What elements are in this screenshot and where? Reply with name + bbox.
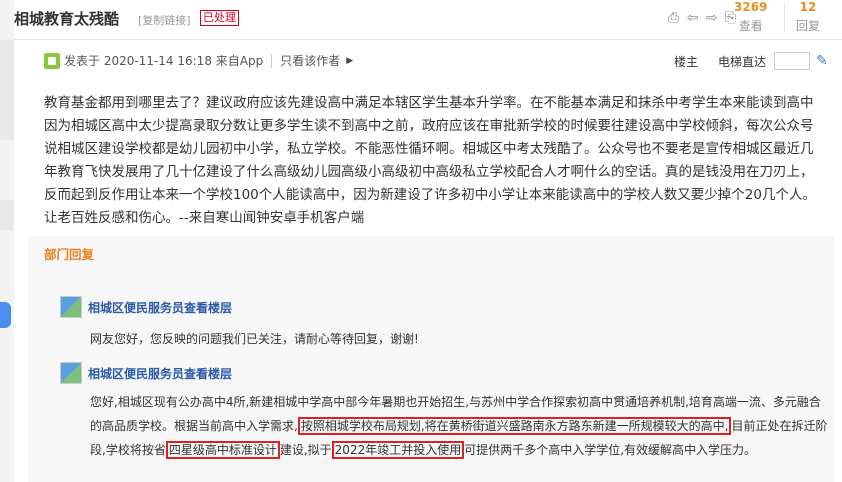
views-label: 查看 <box>738 19 763 33</box>
floor-jump-input[interactable] <box>774 52 811 70</box>
side-block <box>0 40 14 140</box>
replies-label: 回复 <box>796 19 821 33</box>
status-badge: 已处理 <box>200 10 239 26</box>
floor-controls: 楼主 电梯直达 ✎ <box>674 52 828 70</box>
pen-icon[interactable]: ✎ <box>816 53 828 69</box>
highlighted-text: 按照相城学校布局规划,将在黄桥街道兴盛路南永方路东新建一所规模较大的高中, <box>297 417 732 435</box>
views-stat: 3269 查看 <box>734 0 767 34</box>
next-icon[interactable]: ⇨ <box>706 10 718 26</box>
copy-link[interactable]: [复制链接] <box>138 12 191 28</box>
prev-icon[interactable]: ⇦ <box>687 10 699 26</box>
post-date: 发表于 2020-11-14 16:18 来自App <box>64 54 264 68</box>
side-block <box>0 200 14 230</box>
reply-text: 网友您好，您反映的问题我们已关注，请耐心等待回复，谢谢! <box>90 332 419 346</box>
thread-header: 相城教育太残酷 [复制链接] 已处理 ⎙ ⇦ ⇨ ⎘ 3269 查看 12 回复 <box>14 0 842 40</box>
header-icon-group: ⎙ ⇦ ⇨ ⎘ <box>668 10 739 26</box>
views-count: 3269 <box>734 0 768 14</box>
triangle-right-icon: ▶ <box>346 55 354 66</box>
department-reply-section: 部门回复 相城区便民服务员查看楼层 网友您好，您反映的问题我们已关注，请耐心等待… <box>28 236 834 482</box>
avatar <box>60 296 82 318</box>
app-icon <box>44 52 60 69</box>
highlighted-text: 2022年竣工并投入使用 <box>331 441 465 459</box>
post-meta: 发表于 2020-11-14 16:18 来自App 只看该作者 ▶ <box>44 52 353 69</box>
replies-count: 12 <box>799 0 817 14</box>
highlighted-text: 四星级高中标准设计 <box>165 441 280 459</box>
floor-label: 楼主 <box>674 54 699 69</box>
only-author-link[interactable]: 只看该作者 <box>280 52 340 69</box>
reply-header: 相城区便民服务员查看楼层 <box>60 296 232 318</box>
side-float-button[interactable] <box>0 302 11 328</box>
thread-main: 相城教育太残酷 [复制链接] 已处理 ⎙ ⇦ ⇨ ⎘ 3269 查看 12 回复… <box>14 0 842 482</box>
reply-text-part: 建设,拟于 <box>279 443 332 457</box>
replies-stat: 12 回复 <box>796 0 820 34</box>
left-edge-panel <box>0 0 14 482</box>
print-icon[interactable]: ⎙ <box>668 10 679 26</box>
reply-text: 您好,相城区现有公办高中4所,新建相城中学高中部今年暑期也开始招生,与苏州中学合… <box>90 390 830 462</box>
thread-title: 相城教育太残酷 <box>14 10 120 28</box>
post-body: 教育基金都用到哪里去了？建议政府应该先建设高中满足本辖区学生基本升学率。在不能基… <box>44 95 816 226</box>
reply-header: 相城区便民服务员查看楼层 <box>60 362 232 384</box>
avatar <box>60 362 82 384</box>
reply-author[interactable]: 相城区便民服务员查看楼层 <box>88 365 232 382</box>
reply-author[interactable]: 相城区便民服务员查看楼层 <box>88 299 232 316</box>
meta-divider <box>271 53 273 68</box>
jump-label: 电梯直达 <box>718 54 767 69</box>
reply-text-part: 可提供两千多个高中入学学位,有效缓解高中入学压力。 <box>464 443 757 457</box>
stat-divider <box>784 4 785 32</box>
department-title: 部门回复 <box>44 247 95 262</box>
